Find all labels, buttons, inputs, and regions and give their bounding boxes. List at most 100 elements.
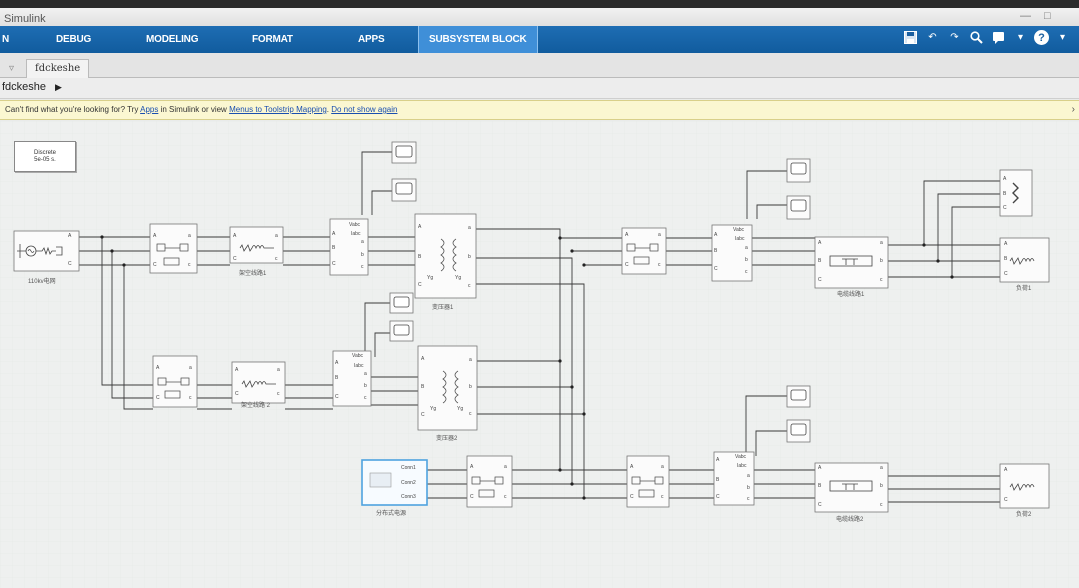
- breadcrumb-arrow-icon[interactable]: ▶: [55, 82, 62, 93]
- ribbon-tabs: N DEBUG MODELING FORMAT APPS SUBSYSTEM B…: [0, 26, 1079, 53]
- info-notification-bar: Can't find what you're looking for? Try …: [0, 100, 1079, 120]
- port-label: C: [233, 256, 237, 262]
- minimize-icon[interactable]: —: [1020, 10, 1031, 22]
- port-label: C: [818, 502, 822, 508]
- port-label: A: [68, 233, 72, 239]
- port-label: C: [818, 277, 822, 283]
- port-label: a: [745, 245, 748, 251]
- port-label: B: [714, 248, 718, 254]
- app-title: Simulink: [4, 13, 46, 25]
- cable-block-1: [814, 236, 889, 289]
- do-not-show-again-link[interactable]: Do not show again: [331, 105, 397, 114]
- port-label: C: [625, 262, 629, 268]
- community-icon[interactable]: [990, 29, 1007, 46]
- port-label: b: [361, 252, 364, 258]
- port-label: a: [277, 367, 280, 373]
- port-label: Iabc: [354, 363, 364, 369]
- port-label: C: [714, 266, 718, 272]
- powergui-mode: Discrete: [33, 150, 56, 156]
- caption-load-1: 负荷1: [1016, 286, 1032, 292]
- apps-link[interactable]: Apps: [140, 105, 158, 114]
- port-label: C: [332, 261, 336, 267]
- port-label: C: [630, 494, 634, 500]
- port-label: a: [469, 357, 472, 363]
- port-label: A: [421, 356, 425, 362]
- caption-transformer-2: 变压器2: [436, 436, 458, 442]
- tab-modeling[interactable]: MODELING: [146, 26, 198, 53]
- port-label: c: [661, 494, 664, 500]
- port-label: A: [153, 233, 157, 239]
- caption-line-2: 架空线路 2: [241, 403, 271, 409]
- port-label: B: [1003, 191, 1007, 197]
- model-tabstrip: ▿ fdckeshe: [0, 53, 1079, 78]
- port-label: A: [235, 367, 239, 373]
- port-label: Vabc: [349, 222, 361, 228]
- maximize-icon[interactable]: □: [1044, 10, 1051, 22]
- port-label: A: [818, 465, 822, 471]
- port-label: A: [630, 464, 634, 470]
- powergui-sample-time: 5e-05 s.: [34, 157, 56, 163]
- breadcrumb-model[interactable]: fdckeshe: [2, 81, 46, 93]
- port-label: A: [335, 360, 339, 366]
- port-label: C: [1003, 205, 1007, 211]
- port-label: a: [364, 371, 367, 377]
- port-label: b: [880, 258, 883, 264]
- port-label: a: [504, 464, 507, 470]
- port-label: B: [332, 245, 336, 251]
- toolstrip-mapping-link[interactable]: Menus to Toolstrip Mapping: [229, 105, 327, 114]
- port-label: a: [361, 239, 364, 245]
- port-label: Conn1: [401, 465, 416, 471]
- port-label: b: [747, 485, 750, 491]
- model-canvas[interactable]: Discrete 5e-05 s. 110kv电网 架空线路1 架空线路 2 变…: [0, 121, 1079, 588]
- tab-apps[interactable]: APPS: [358, 26, 385, 53]
- ribbon-left-edge: N: [2, 34, 10, 45]
- help-dropdown-icon[interactable]: ▾: [1054, 29, 1071, 46]
- port-label: c: [361, 264, 364, 270]
- port-label: a: [658, 232, 661, 238]
- tab-format[interactable]: FORMAT: [252, 26, 293, 53]
- port-label: A: [233, 233, 237, 239]
- model-tab[interactable]: fdckeshe: [26, 59, 90, 78]
- port-label: b: [880, 483, 883, 489]
- dropdown-icon[interactable]: ▾: [1012, 29, 1029, 46]
- tab-debug[interactable]: DEBUG: [56, 26, 91, 53]
- port-label: C: [716, 494, 720, 500]
- port-label: c: [189, 395, 192, 401]
- save-icon[interactable]: [902, 29, 919, 46]
- port-label: Conn3: [401, 494, 416, 500]
- info-message: Can't find what you're looking for? Try …: [5, 105, 398, 114]
- port-label: A: [332, 231, 336, 237]
- port-label: Vabc: [735, 454, 747, 460]
- port-label: C: [421, 412, 425, 418]
- port-label: A: [716, 457, 720, 463]
- port-label: B: [421, 384, 425, 390]
- port-label: B: [335, 375, 339, 381]
- port-label: c: [504, 494, 507, 500]
- port-label: Iabc: [735, 236, 745, 242]
- port-label: A: [418, 224, 422, 230]
- caption-cable-1: 电缆线路1: [837, 292, 865, 298]
- breadcrumb: fdckeshe ▶: [0, 78, 1079, 99]
- help-icon[interactable]: ?: [1034, 30, 1049, 45]
- port-label: A: [714, 232, 718, 238]
- powergui-block[interactable]: Discrete 5e-05 s.: [14, 141, 76, 172]
- port-label: C: [235, 391, 239, 397]
- cable-block-2: [814, 462, 889, 513]
- port-label: B: [418, 254, 422, 260]
- port-label: B: [716, 477, 720, 483]
- diagram-svg: [0, 121, 1079, 588]
- redo-icon[interactable]: ↷: [946, 29, 963, 46]
- port-label: C: [335, 394, 339, 400]
- close-icon[interactable]: ›: [1072, 101, 1075, 119]
- caption-transformer-1: 变压器1: [432, 305, 454, 311]
- search-icon[interactable]: [968, 29, 985, 46]
- caption-source: 110kv电网: [28, 279, 56, 285]
- port-label: c: [880, 502, 883, 508]
- port-label: C: [1004, 497, 1008, 503]
- port-label: c: [469, 411, 472, 417]
- undo-icon[interactable]: ↶: [924, 29, 941, 46]
- port-label: c: [188, 262, 191, 268]
- tab-subsystem-block[interactable]: SUBSYSTEM BLOCK: [418, 26, 538, 53]
- caption-load-2: 负荷2: [1016, 512, 1032, 518]
- port-label: Vabc: [352, 353, 364, 359]
